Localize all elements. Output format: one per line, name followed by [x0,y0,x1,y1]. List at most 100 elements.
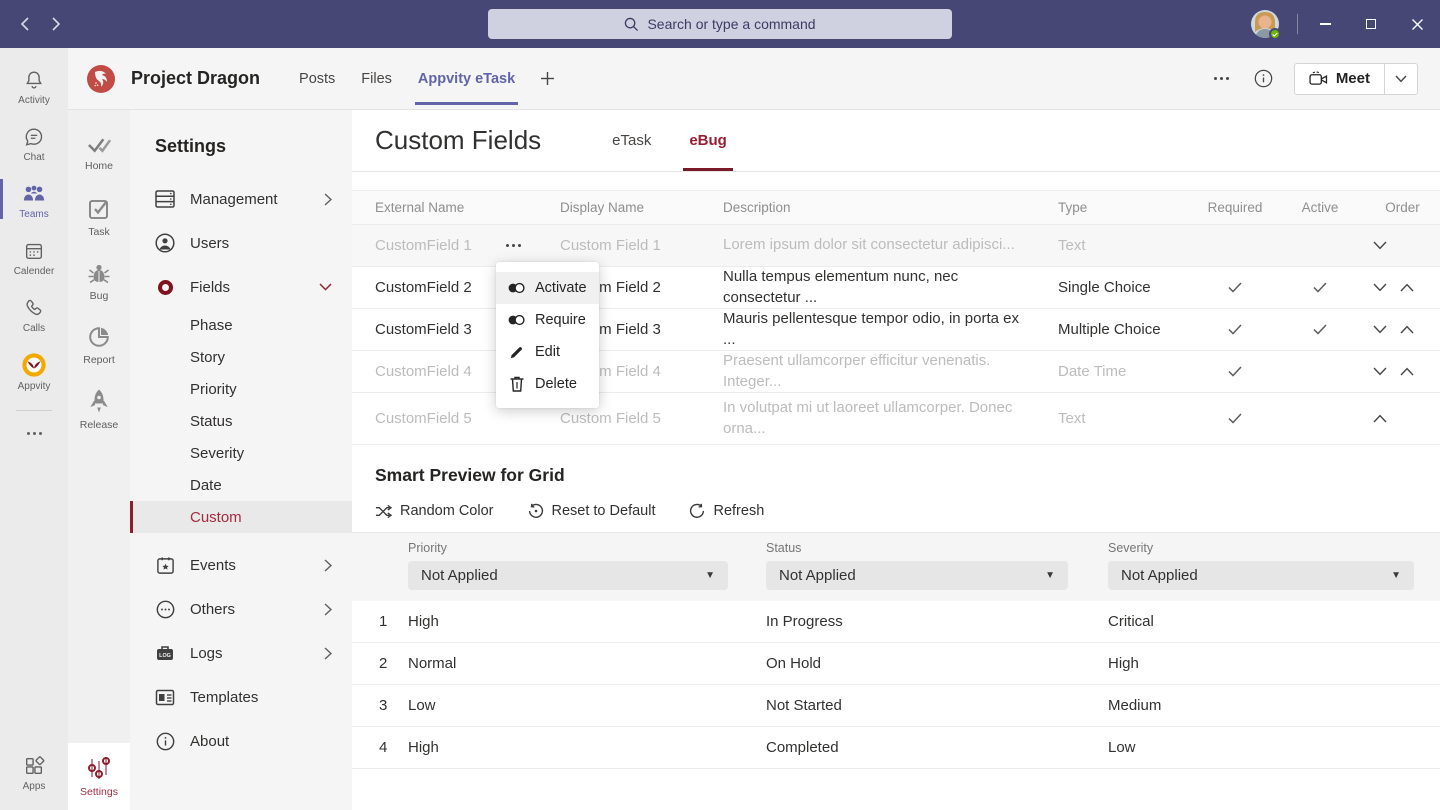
tab-appvity-etask[interactable]: Appvity eTask [405,48,528,109]
order-up-button[interactable] [1400,325,1414,334]
tab-posts[interactable]: Posts [286,48,348,109]
order-down-button[interactable] [1373,325,1387,334]
meet-options-button[interactable] [1384,64,1417,94]
nav-item-templates[interactable]: Templates [130,675,352,719]
table-row: CustomField 1 Custom Field 1 Lorem ipsum… [352,225,1440,267]
search-icon [624,17,639,32]
preview-status: On Hold [766,655,1108,672]
sidebar-item-chat[interactable]: Chat [0,117,68,171]
row-number: 3 [352,697,408,714]
meet-button[interactable]: Meet [1295,64,1384,94]
nav-subitem-phase[interactable]: Phase [130,309,352,341]
refresh-icon [689,503,705,519]
refresh-button[interactable]: Refresh [689,503,764,519]
team-name: Project Dragon [131,68,260,89]
col-description: Description [723,200,1058,215]
module-task[interactable]: Task [68,188,130,246]
order-down-button[interactable] [1373,283,1387,292]
preview-status: Completed [766,739,1108,756]
nav-item-fields[interactable]: Fields [130,265,352,309]
user-avatar[interactable] [1251,10,1279,38]
nav-subitem-severity[interactable]: Severity [130,437,352,469]
reset-to-default-button[interactable]: Reset to Default [528,503,656,519]
reset-icon [528,503,544,519]
row-actions-trigger[interactable] [512,225,515,266]
active-check-icon [1313,282,1327,293]
order-up-button[interactable] [1373,414,1387,423]
module-release[interactable]: Release [68,380,130,438]
bug-icon [86,261,112,285]
module-home[interactable]: Home [68,124,130,182]
forward-button[interactable] [44,8,68,40]
nav-item-others[interactable]: Others [130,587,352,631]
sidebar-item-calls[interactable]: Calls [0,288,68,342]
module-settings[interactable]: Settings [68,743,130,810]
module-report[interactable]: Report [68,316,130,374]
management-icon [155,190,175,208]
status-dropdown[interactable]: Not Applied ▼ [766,561,1068,590]
sidebar-item-activity[interactable]: Activity [0,60,68,114]
channel-more-button[interactable] [1210,67,1234,91]
nav-item-about[interactable]: About [130,719,352,763]
presence-available-icon [1269,28,1281,40]
shuffle-icon [375,504,392,519]
tab-ebug[interactable]: eBug [670,110,746,171]
minimize-button[interactable] [1302,0,1348,48]
nav-subitem-status[interactable]: Status [130,405,352,437]
order-up-button[interactable] [1400,283,1414,292]
cell-type: Text [1058,410,1195,427]
preview-priority: Normal [408,655,766,672]
maximize-icon [1366,19,1376,29]
priority-dropdown[interactable]: Not Applied ▼ [408,561,728,590]
tab-etask[interactable]: eTask [593,110,670,171]
nav-subitem-priority[interactable]: Priority [130,373,352,405]
preview-severity: Critical [1108,613,1440,630]
order-up-button[interactable] [1400,367,1414,376]
random-color-button[interactable]: Random Color [375,503,494,519]
toggle-icon [508,282,525,294]
filter-label-status: Status [766,541,1068,555]
sidebar-item-apps[interactable]: Apps [0,746,68,800]
preview-severity: Low [1108,739,1440,756]
home-double-check-icon [87,135,112,155]
channel-info-button[interactable] [1252,67,1276,91]
nav-item-management[interactable]: Management [130,177,352,221]
nav-item-events[interactable]: Events [130,543,352,587]
close-button[interactable] [1394,0,1440,48]
menu-item-require[interactable]: Require [496,304,599,336]
col-external-name: External Name [375,200,560,215]
templates-icon [155,689,175,706]
order-down-button[interactable] [1373,367,1387,376]
required-check-icon [1228,282,1242,293]
nav-item-users[interactable]: Users [130,221,352,265]
maximize-button[interactable] [1348,0,1394,48]
col-active: Active [1275,200,1365,215]
nav-subitem-custom[interactable]: Custom [130,501,352,533]
order-down-button[interactable] [1373,241,1387,250]
menu-item-edit[interactable]: Edit [496,336,599,368]
menu-item-activate[interactable]: Activate [496,272,599,304]
module-bug[interactable]: Bug [68,252,130,310]
minimize-icon [1320,23,1331,25]
search-input[interactable]: Search or type a command [488,9,952,39]
chevron-down-icon [1395,75,1407,83]
tab-files[interactable]: Files [348,48,405,109]
back-button[interactable] [12,8,36,40]
teams-app-rail: Activity Chat Teams Calender Calls Appvi… [0,48,68,810]
ellipsis-icon [1220,77,1223,80]
page-header: Custom Fields eTask eBug [352,110,1440,172]
more-apps-button[interactable] [33,419,36,447]
nav-item-logs[interactable]: LOG Logs [130,631,352,675]
channel-tabs: Posts Files Appvity eTask [286,48,567,109]
nav-subitem-story[interactable]: Story [130,341,352,373]
nav-subitem-date[interactable]: Date [130,469,352,501]
chevron-right-icon [324,559,332,572]
sidebar-item-appvity[interactable]: Appvity [0,345,68,399]
menu-item-delete[interactable]: Delete [496,368,599,400]
severity-dropdown[interactable]: Not Applied ▼ [1108,561,1414,590]
phone-icon [23,297,45,319]
required-check-icon [1228,324,1242,335]
sidebar-item-teams[interactable]: Teams [0,174,68,228]
sidebar-item-calendar[interactable]: Calender [0,231,68,285]
add-tab-button[interactable] [528,48,567,109]
